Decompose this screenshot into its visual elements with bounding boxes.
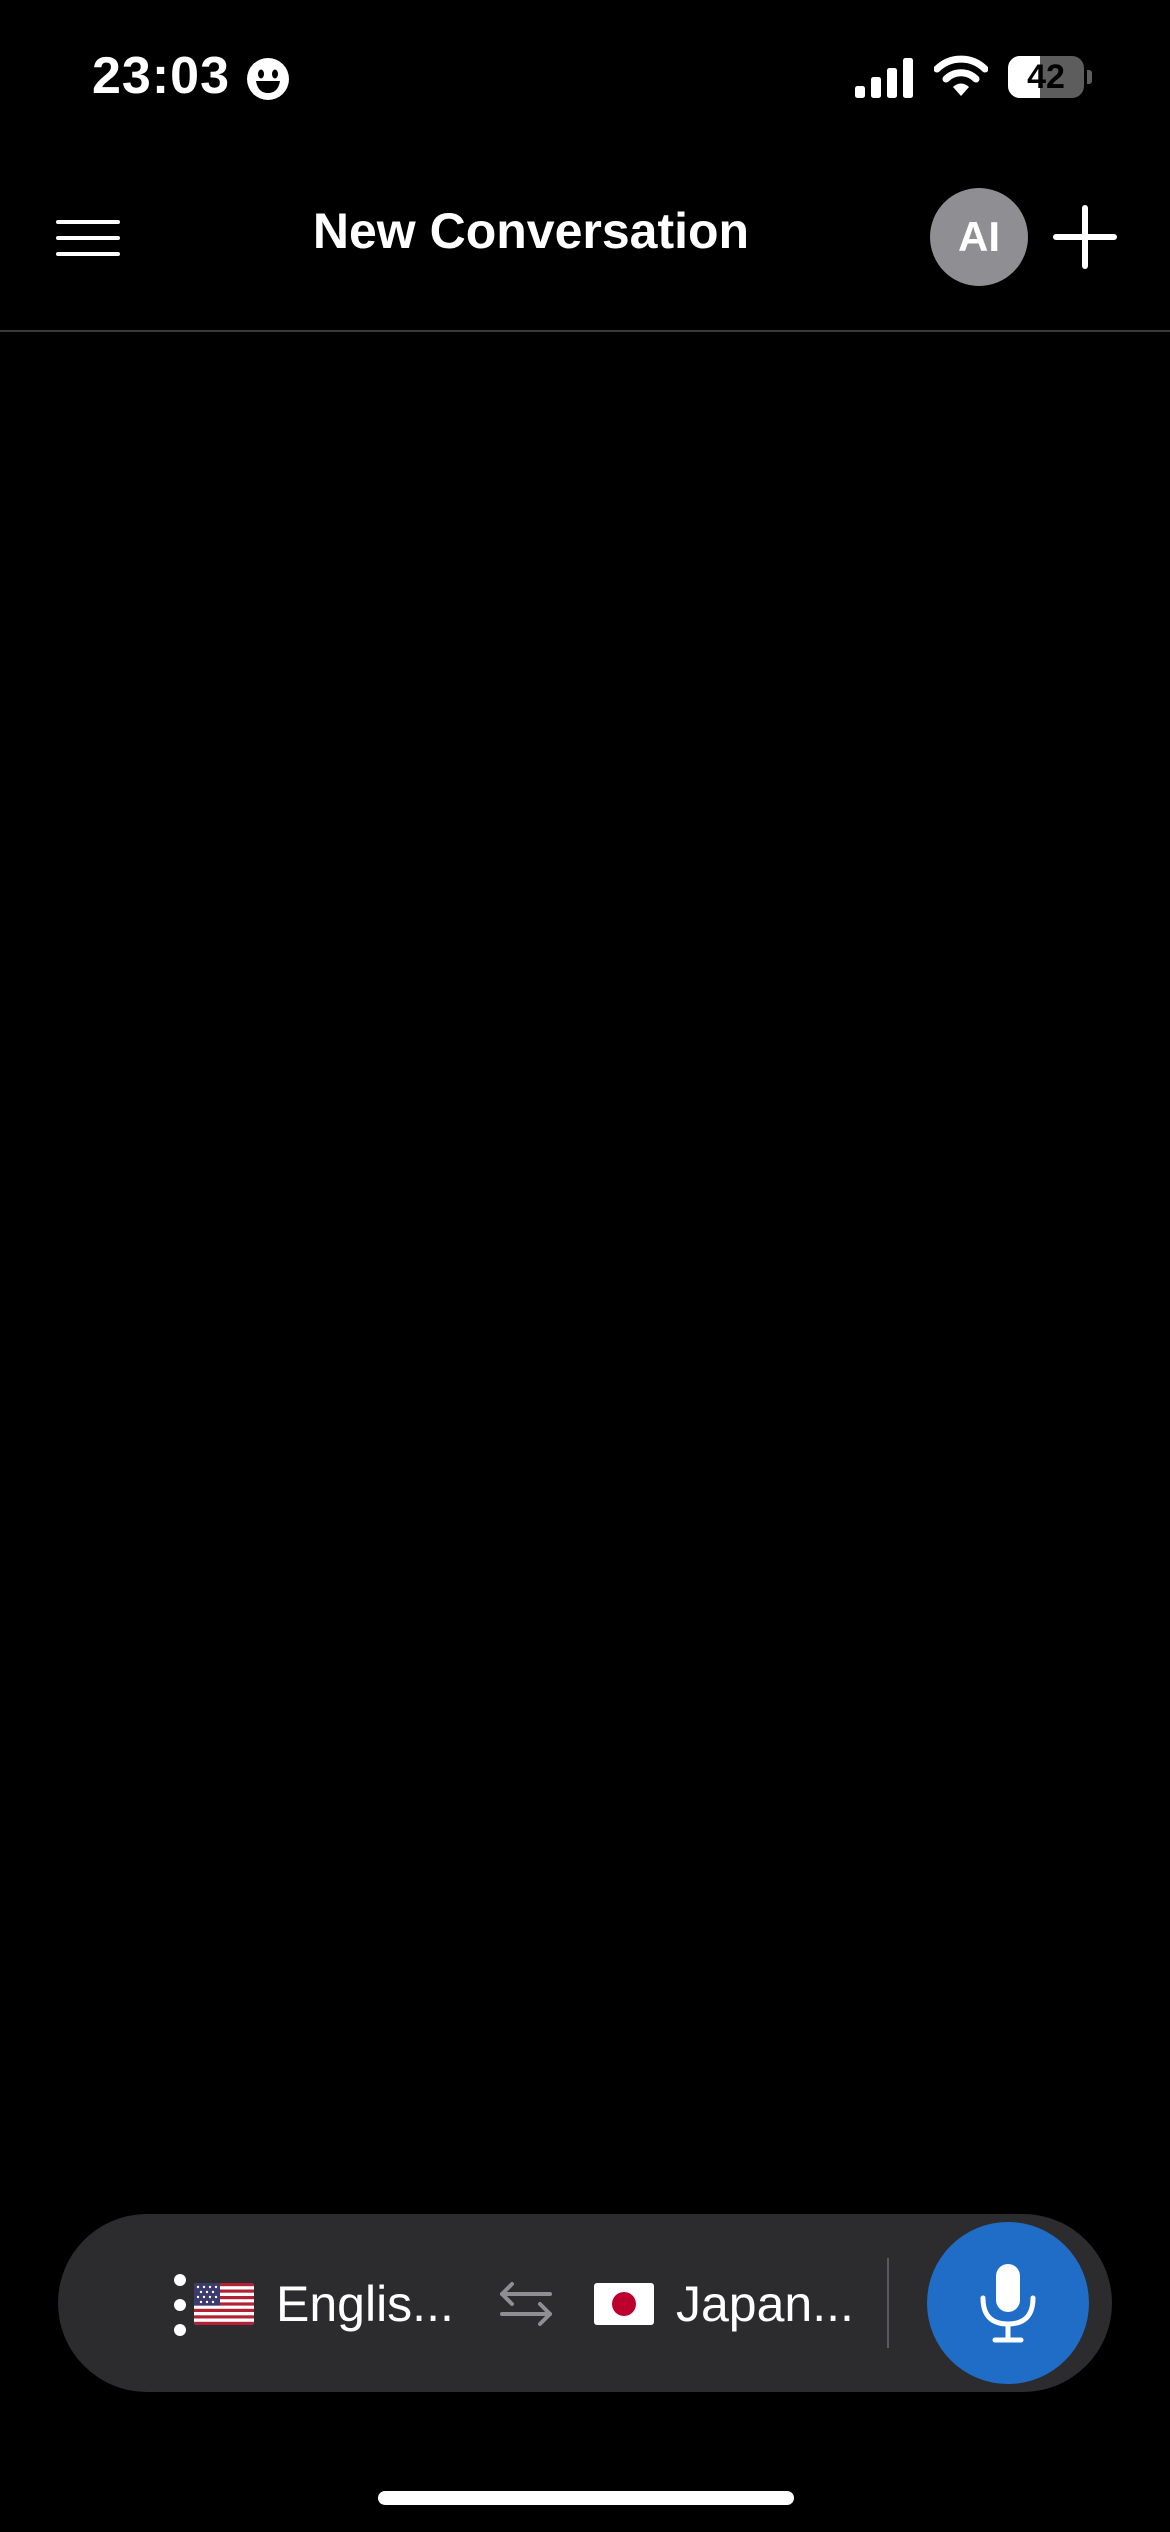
us-flag-icon xyxy=(194,2283,254,2325)
conversation-area[interactable] xyxy=(0,332,1170,2192)
smiley-status-icon xyxy=(247,58,289,100)
microphone-button[interactable] xyxy=(927,2222,1089,2384)
ai-avatar-button[interactable]: AI xyxy=(930,188,1028,286)
japan-flag-icon xyxy=(594,2283,654,2325)
vertical-ellipsis-icon-dot xyxy=(174,2299,186,2311)
battery-percentage: 42 xyxy=(1027,58,1065,96)
swap-arrows-icon[interactable] xyxy=(494,2278,558,2330)
status-bar: 23:03 42 xyxy=(0,0,1170,150)
language-toolbar: Englis... Japan... xyxy=(58,2214,1112,2392)
source-language-label: Englis... xyxy=(276,2276,454,2332)
target-language-button[interactable]: Japan... xyxy=(594,2264,854,2344)
wifi-icon xyxy=(934,55,988,96)
target-language-label: Japan... xyxy=(676,2276,854,2332)
toolbar-divider xyxy=(887,2258,889,2348)
home-indicator[interactable] xyxy=(378,2491,794,2505)
battery-indicator: 42 xyxy=(1008,56,1092,98)
cellular-signal-icon xyxy=(855,58,913,98)
microphone-icon xyxy=(980,2264,1036,2343)
source-language-button[interactable]: Englis... xyxy=(194,2264,454,2344)
app-header: New Conversation AI xyxy=(0,150,1170,332)
page-title: New Conversation xyxy=(312,203,750,259)
vertical-ellipsis-icon xyxy=(174,2274,186,2286)
status-time: 23:03 xyxy=(92,47,230,105)
vertical-ellipsis-icon-dot xyxy=(174,2324,186,2336)
battery-body: 42 xyxy=(1008,56,1084,98)
battery-cap xyxy=(1087,70,1092,84)
plus-icon[interactable] xyxy=(1052,204,1118,270)
